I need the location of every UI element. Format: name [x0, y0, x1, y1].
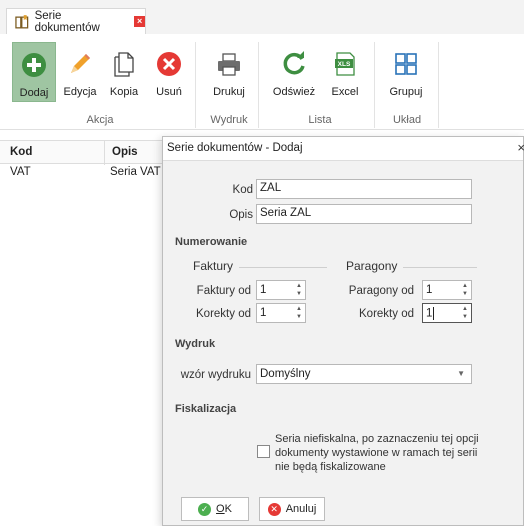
- invoices-group-title: Faktury: [193, 259, 234, 273]
- tab-serie-dokumentow[interactable]: Serie dokumentów ×: [6, 8, 146, 34]
- kod-label: Kod: [232, 184, 253, 196]
- ok-label: OK: [216, 503, 232, 515]
- column-header-opis[interactable]: Opis: [112, 146, 138, 158]
- delete-button[interactable]: Usuń: [153, 42, 185, 102]
- invoices-group-line: [239, 267, 327, 268]
- tab-close-button[interactable]: ×: [134, 16, 145, 27]
- spinner-arrows-icon[interactable]: ▲ ▼: [462, 305, 468, 321]
- check-icon: ✓: [198, 502, 212, 516]
- column-separator: [104, 141, 105, 165]
- print-button[interactable]: Drukuj: [210, 42, 248, 102]
- add-label: Dodaj: [19, 87, 49, 99]
- invoices-from-spinner[interactable]: 1 ▲ ▼: [256, 280, 306, 300]
- document-tab-bar: Serie dokumentów ×: [0, 0, 524, 34]
- spinner-arrows-icon[interactable]: ▲ ▼: [462, 282, 468, 298]
- group-label: Grupuj: [389, 86, 423, 98]
- cancel-icon: ✕: [267, 502, 281, 516]
- book-icon: [15, 14, 29, 28]
- add-button[interactable]: Dodaj: [12, 42, 56, 102]
- receipt-corrections-value: 1: [426, 307, 435, 320]
- opis-field[interactable]: Seria ZAL: [256, 204, 472, 224]
- print-template-label: wzór wydruku: [180, 369, 251, 381]
- refresh-icon: [283, 51, 305, 75]
- copy-icon: [114, 52, 134, 77]
- receipts-from-spinner[interactable]: 1 ▲ ▼: [422, 280, 472, 300]
- refresh-button[interactable]: Odśwież: [270, 42, 318, 102]
- invoices-from-value: 1: [260, 284, 267, 296]
- edit-button[interactable]: Edycja: [60, 42, 100, 102]
- excel-label: Excel: [331, 86, 359, 98]
- chevron-down-icon[interactable]: ▼: [457, 369, 465, 378]
- excel-icon: XLS: [335, 52, 355, 76]
- edit-label: Edycja: [63, 86, 97, 98]
- ok-button[interactable]: ✓ OK: [181, 497, 249, 521]
- print-template-select[interactable]: Domyślny ▼: [256, 364, 472, 384]
- non-fiscal-checkbox-label[interactable]: Seria niefiskalna, po zaznaczeniu tej op…: [275, 432, 515, 474]
- receipts-group-line: [403, 267, 477, 268]
- opis-label: Opis: [229, 209, 253, 221]
- dialog-title: Serie dokumentów - Dodaj: [167, 142, 303, 154]
- fiscal-section-title: Fiskalizacja: [175, 403, 237, 415]
- print-template-value: Domyślny: [260, 368, 311, 380]
- print-label: Drukuj: [213, 86, 245, 98]
- excel-button[interactable]: XLS Excel: [328, 42, 362, 102]
- kod-field[interactable]: ZAL: [256, 179, 472, 199]
- plus-circle-icon: [22, 53, 46, 77]
- receipt-corrections-label: Korekty od: [359, 308, 414, 320]
- invoice-corrections-spinner[interactable]: 1 ▲ ▼: [256, 303, 306, 323]
- cancel-button[interactable]: ✕ Anuluj: [259, 497, 325, 521]
- group-label-list: Lista: [308, 114, 332, 126]
- cancel-label: Anuluj: [285, 503, 317, 515]
- receipts-group-title: Paragony: [346, 259, 398, 273]
- invoices-from-label: Faktury od: [196, 285, 251, 297]
- cell-kod: VAT: [10, 166, 31, 178]
- tab-title: Serie dokumentów: [34, 9, 100, 34]
- receipts-from-value: 1: [426, 284, 433, 296]
- print-section-title: Wydruk: [175, 338, 216, 350]
- delete-circle-icon: [157, 52, 181, 76]
- dialog-close-button[interactable]: ×: [517, 140, 524, 155]
- invoice-corrections-value: 1: [260, 307, 267, 319]
- printer-icon: [218, 53, 240, 76]
- spinner-arrows-icon[interactable]: ▲ ▼: [296, 282, 302, 298]
- delete-label: Usuń: [156, 86, 182, 98]
- group-layout-icon: [395, 53, 417, 75]
- receipt-corrections-spinner[interactable]: 1 ▲ ▼: [422, 303, 472, 323]
- copy-label: Kopia: [109, 86, 139, 98]
- group-button[interactable]: Grupuj: [386, 42, 426, 102]
- add-series-dialog: Serie dokumentów - Dodaj × Kod ZAL Opis …: [162, 136, 524, 526]
- cell-opis: Seria VAT: [110, 166, 161, 178]
- svg-text:XLS: XLS: [338, 61, 351, 68]
- column-header-kod[interactable]: Kod: [10, 146, 32, 158]
- ribbon-separator: [258, 42, 259, 128]
- pencil-icon: [71, 54, 90, 73]
- copy-button[interactable]: Kopia: [106, 42, 142, 102]
- ribbon-toolbar: Dodaj Edycja Kopia Usuń Drukuj Odśwież X…: [0, 34, 524, 130]
- group-label-print: Wydruk: [210, 114, 248, 126]
- numbering-section-title: Numerowanie: [175, 236, 248, 248]
- non-fiscal-checkbox[interactable]: [257, 445, 270, 458]
- ribbon-separator: [195, 42, 196, 128]
- invoice-corrections-label: Korekty od: [196, 308, 251, 320]
- refresh-label: Odśwież: [272, 86, 316, 98]
- ribbon-separator: [374, 42, 375, 128]
- receipts-from-label: Paragony od: [348, 285, 414, 297]
- dialog-titlebar: Serie dokumentów - Dodaj ×: [163, 137, 524, 161]
- text-caret: [433, 307, 435, 320]
- ribbon-separator: [438, 42, 439, 128]
- group-label-action: Akcja: [86, 114, 114, 126]
- spinner-arrows-icon[interactable]: ▲ ▼: [296, 305, 302, 321]
- group-label-layout: Układ: [392, 114, 422, 126]
